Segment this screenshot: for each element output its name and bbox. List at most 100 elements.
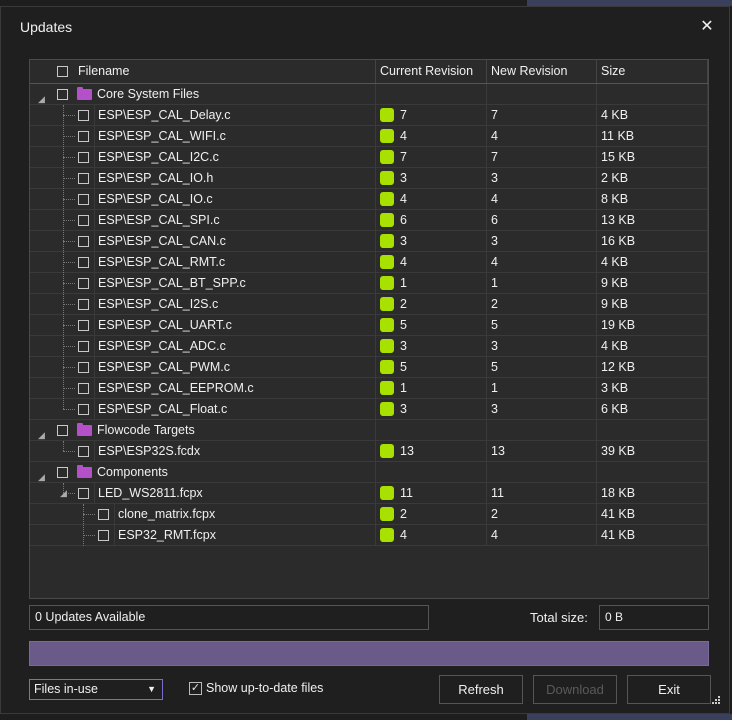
table-row[interactable]: ESP\ESP_CAL_PWM.c 5 5 12 KB <box>30 357 708 378</box>
file-checkbox[interactable] <box>98 509 109 520</box>
current-revision-value: 2 <box>400 507 407 521</box>
exit-button[interactable]: Exit <box>627 675 711 704</box>
tree-connector <box>63 409 75 410</box>
size-cell: 13 KB <box>597 210 708 231</box>
filename-label: clone_matrix.fcpx <box>114 504 375 525</box>
table-row[interactable]: ESP\ESP_CAL_UART.c 5 5 19 KB <box>30 315 708 336</box>
size-cell: 41 KB <box>597 525 708 546</box>
file-checkbox[interactable] <box>78 194 89 205</box>
table-row[interactable]: ESP\ESP_CAL_IO.c 4 4 8 KB <box>30 189 708 210</box>
table-row[interactable]: ESP\ESP_CAL_ADC.c 3 3 4 KB <box>30 336 708 357</box>
show-uptodate-checkbox[interactable]: ✓ <box>189 682 202 695</box>
file-checkbox[interactable] <box>78 383 89 394</box>
table-row[interactable]: ◢ Components <box>30 462 708 483</box>
current-revision-value: 2 <box>400 297 407 311</box>
revision-status-badge <box>380 149 394 164</box>
tree-connector <box>63 241 75 242</box>
resize-grip-icon[interactable] <box>711 695 720 704</box>
tree-connector <box>63 105 64 409</box>
table-row[interactable]: ESP\ESP32S.fcdx 13 13 39 KB <box>30 441 708 462</box>
file-checkbox[interactable] <box>78 236 89 247</box>
revision-status-badge <box>380 191 394 206</box>
filter-dropdown[interactable]: Files in-use ▼ <box>29 679 163 700</box>
current-revision-cell: 3 <box>376 168 487 189</box>
filename-cell: ESP32_RMT.fcpx <box>30 525 376 546</box>
file-checkbox[interactable] <box>78 404 89 415</box>
total-size-value: 0 B <box>599 605 709 630</box>
filename-label: ESP\ESP_CAL_WIFI.c <box>94 126 375 147</box>
file-checkbox[interactable] <box>78 341 89 352</box>
new-revision-cell <box>487 84 597 105</box>
background-strip <box>527 714 732 720</box>
filename-cell: ESP\ESP_CAL_IO.c <box>30 189 376 210</box>
file-checkbox[interactable] <box>78 446 89 457</box>
table-row[interactable]: clone_matrix.fcpx 2 2 41 KB <box>30 504 708 525</box>
table-row[interactable]: ESP\ESP_CAL_EEPROM.c 1 1 3 KB <box>30 378 708 399</box>
file-checkbox[interactable] <box>78 215 89 226</box>
revision-status-badge <box>380 170 394 185</box>
refresh-button[interactable]: Refresh <box>439 675 523 704</box>
updates-tree-grid[interactable]: Filename Current Revision New Revision S… <box>29 59 709 599</box>
file-checkbox[interactable] <box>98 530 109 541</box>
current-revision-cell: 5 <box>376 357 487 378</box>
revision-status-badge <box>380 380 394 395</box>
table-row[interactable]: ESP\ESP_CAL_WIFI.c 4 4 11 KB <box>30 126 708 147</box>
column-current-revision[interactable]: Current Revision <box>376 60 487 83</box>
group-checkbox[interactable] <box>57 89 68 100</box>
file-checkbox[interactable] <box>78 299 89 310</box>
group-checkbox[interactable] <box>57 467 68 478</box>
table-row[interactable]: ESP\ESP_CAL_I2C.c 7 7 15 KB <box>30 147 708 168</box>
new-revision-cell: 4 <box>487 126 597 147</box>
table-row[interactable]: LED_WS2811.fcpx 11 11 18 KB <box>30 483 708 504</box>
title-bar: Updates ✕ <box>1 7 729 47</box>
filename-label: ESP\ESP_CAL_I2C.c <box>94 147 375 168</box>
tree-connector <box>83 514 95 515</box>
filename-cell: LED_WS2811.fcpx <box>30 483 376 504</box>
new-revision-cell: 1 <box>487 273 597 294</box>
updates-dialog: Updates ✕ Filename Current Revision New … <box>0 6 730 714</box>
table-row[interactable]: ESP32_RMT.fcpx 4 4 41 KB <box>30 525 708 546</box>
table-row[interactable]: ESP\ESP_CAL_Delay.c 7 7 4 KB <box>30 105 708 126</box>
current-revision-value: 13 <box>400 444 414 458</box>
revision-status-badge <box>380 401 394 416</box>
table-row[interactable]: ESP\ESP_CAL_RMT.c 4 4 4 KB <box>30 252 708 273</box>
column-new-revision[interactable]: New Revision <box>487 60 597 83</box>
current-revision-cell: 3 <box>376 231 487 252</box>
current-revision-cell: 2 <box>376 294 487 315</box>
column-filename[interactable]: Filename <box>74 60 376 83</box>
group-cell: ◢ Core System Files <box>30 84 376 105</box>
file-checkbox[interactable] <box>78 152 89 163</box>
file-checkbox[interactable] <box>78 173 89 184</box>
table-row[interactable]: ESP\ESP_CAL_BT_SPP.c 1 1 9 KB <box>30 273 708 294</box>
size-cell: 16 KB <box>597 231 708 252</box>
close-icon[interactable]: ✕ <box>695 15 719 39</box>
table-row[interactable]: ◢ Core System Files <box>30 84 708 105</box>
table-row[interactable]: ESP\ESP_CAL_SPI.c 6 6 13 KB <box>30 210 708 231</box>
file-checkbox[interactable] <box>78 320 89 331</box>
file-checkbox[interactable] <box>78 278 89 289</box>
table-row[interactable]: ESP\ESP_CAL_IO.h 3 3 2 KB <box>30 168 708 189</box>
filename-label: ESP\ESP_CAL_EEPROM.c <box>94 378 375 399</box>
grid-header: Filename Current Revision New Revision S… <box>30 60 708 84</box>
filename-cell: ESP\ESP_CAL_UART.c <box>30 315 376 336</box>
revision-status-badge <box>380 506 394 521</box>
file-checkbox[interactable] <box>78 257 89 268</box>
table-row[interactable]: ◢ Flowcode Targets <box>30 420 708 441</box>
size-cell: 3 KB <box>597 378 708 399</box>
table-row[interactable]: ESP\ESP_CAL_I2S.c 2 2 9 KB <box>30 294 708 315</box>
revision-status-badge <box>380 485 394 500</box>
file-checkbox[interactable] <box>78 131 89 142</box>
filename-label: ESP32_RMT.fcpx <box>114 525 375 546</box>
select-all-checkbox[interactable] <box>57 66 68 77</box>
column-size[interactable]: Size <box>597 60 708 83</box>
file-checkbox[interactable] <box>78 362 89 373</box>
filename-label: ESP\ESP_CAL_CAN.c <box>94 231 375 252</box>
current-revision-value: 4 <box>400 192 407 206</box>
group-checkbox[interactable] <box>57 425 68 436</box>
file-checkbox[interactable] <box>78 488 89 499</box>
filter-dropdown-value: Files in-use <box>34 682 98 696</box>
file-checkbox[interactable] <box>78 110 89 121</box>
download-button[interactable]: Download <box>533 675 617 704</box>
table-row[interactable]: ESP\ESP_CAL_Float.c 3 3 6 KB <box>30 399 708 420</box>
table-row[interactable]: ESP\ESP_CAL_CAN.c 3 3 16 KB <box>30 231 708 252</box>
